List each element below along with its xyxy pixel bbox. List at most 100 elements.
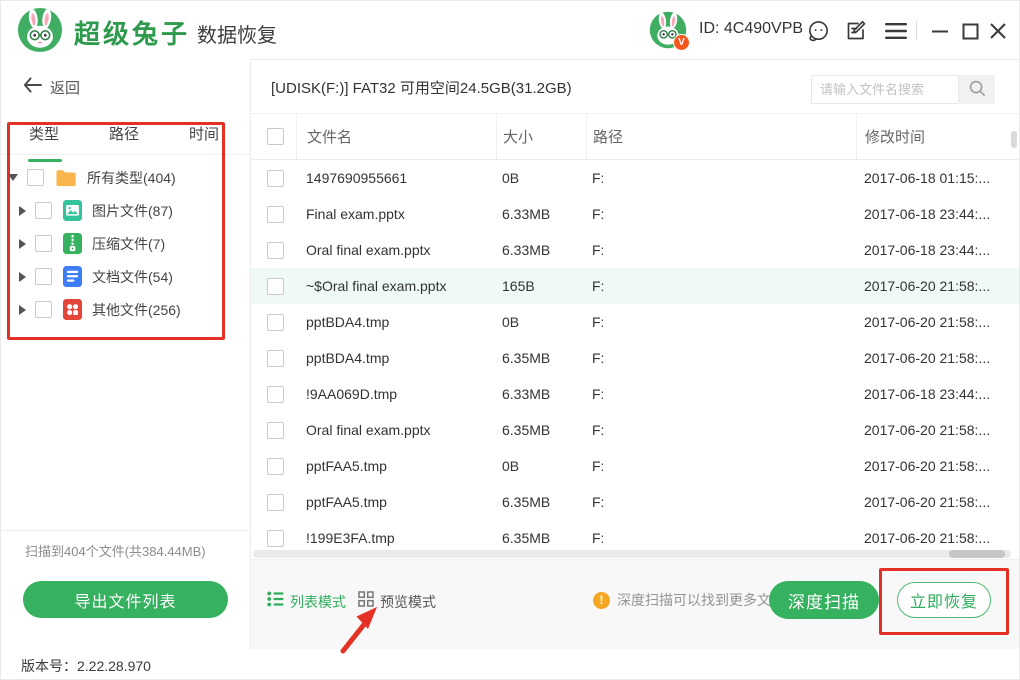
- cell-time: 2017-06-18 23:44:...: [856, 242, 1020, 258]
- cell-filename: Oral final exam.pptx: [296, 242, 496, 258]
- cell-time: 2017-06-20 21:58:...: [856, 278, 1020, 294]
- cell-size: 6.35MB: [496, 494, 586, 510]
- caret-right-icon[interactable]: [19, 206, 26, 216]
- tree-item[interactable]: 图片文件(87): [1, 194, 251, 227]
- image-file-icon: [63, 200, 82, 221]
- header-size[interactable]: 大小: [496, 114, 586, 159]
- caret-right-icon[interactable]: [19, 305, 26, 315]
- tab-label: 类型: [29, 126, 59, 143]
- cell-size: 6.35MB: [496, 350, 586, 366]
- cell-time: 2017-06-18 23:44:...: [856, 386, 1020, 402]
- tree-item[interactable]: 文档文件(54): [1, 260, 251, 293]
- close-icon[interactable]: [985, 18, 1011, 44]
- row-checkbox[interactable]: [267, 458, 284, 475]
- table-row[interactable]: pptFAA5.tmp0BF:2017-06-20 21:58:...: [251, 448, 1020, 484]
- search-input[interactable]: [811, 75, 959, 104]
- cell-time: 2017-06-20 21:58:...: [856, 350, 1020, 366]
- row-checkbox[interactable]: [267, 422, 284, 439]
- preview-mode-label: 预览模式: [380, 592, 436, 612]
- deep-scan-hint: ! 深度扫描可以找到更多文件: [593, 590, 785, 610]
- caret-down-icon[interactable]: [8, 174, 18, 181]
- row-checkbox[interactable]: [267, 386, 284, 403]
- cell-path: F:: [586, 242, 856, 258]
- list-mode-icon: [267, 591, 284, 612]
- cell-filename: ~$Oral final exam.pptx: [296, 278, 496, 294]
- tab-time[interactable]: 时间: [189, 124, 219, 154]
- file-type-tree: 所有类型(404)图片文件(87)压缩文件(7) 文档文件(54) 其他文件(256…: [1, 161, 251, 326]
- maximize-icon[interactable]: [957, 18, 983, 44]
- titlebar-divider: [916, 21, 917, 40]
- tree-item[interactable]: 其他文件(256): [1, 293, 251, 326]
- back-button[interactable]: 返回: [23, 77, 80, 98]
- table-row[interactable]: pptFAA5.tmp6.35MBF:2017-06-20 21:58:...: [251, 484, 1020, 520]
- tree-item-label: 其他文件(256): [92, 300, 181, 320]
- tree-checkbox[interactable]: [35, 301, 52, 318]
- row-checkbox[interactable]: [267, 206, 284, 223]
- cell-path: F:: [586, 422, 856, 438]
- table-row[interactable]: Final exam.pptx6.33MBF:2017-06-18 23:44:…: [251, 196, 1020, 232]
- sidebar-tabs: 类型 路径 时间: [1, 124, 251, 155]
- vertical-scrollbar-thumb[interactable]: [1011, 131, 1017, 148]
- user-avatar[interactable]: V: [649, 11, 687, 49]
- cell-size: 0B: [496, 458, 586, 474]
- feedback-icon[interactable]: [843, 18, 869, 44]
- tab-label: 路径: [109, 126, 139, 143]
- header-path[interactable]: 路径: [586, 114, 856, 159]
- table-row[interactable]: pptBDA4.tmp6.35MBF:2017-06-20 21:58:...: [251, 340, 1020, 376]
- horizontal-scrollbar-thumb[interactable]: [949, 550, 1005, 558]
- row-checkbox[interactable]: [267, 350, 284, 367]
- tree-checkbox[interactable]: [27, 169, 44, 186]
- cell-filename: pptBDA4.tmp: [296, 350, 496, 366]
- header-filename[interactable]: 文件名: [296, 114, 496, 159]
- tree-checkbox[interactable]: [35, 268, 52, 285]
- list-mode-toggle[interactable]: 列表模式: [267, 591, 346, 612]
- tree-item[interactable]: 压缩文件(7): [1, 227, 251, 260]
- row-checkbox[interactable]: [267, 278, 284, 295]
- deep-scan-button[interactable]: 深度扫描: [769, 581, 879, 619]
- table-row[interactable]: pptBDA4.tmp0BF:2017-06-20 21:58:...: [251, 304, 1020, 340]
- document-file-icon: [63, 266, 82, 287]
- row-checkbox[interactable]: [267, 314, 284, 331]
- select-all-checkbox[interactable]: [267, 128, 284, 145]
- folder-icon: [55, 168, 77, 188]
- table-row[interactable]: !9AA069D.tmp6.33MBF:2017-06-18 23:44:...: [251, 376, 1020, 412]
- search-button[interactable]: [959, 75, 995, 104]
- tree-item[interactable]: 所有类型(404): [1, 161, 251, 194]
- minimize-icon[interactable]: [927, 18, 953, 44]
- row-checkbox[interactable]: [267, 494, 284, 511]
- search-icon: [968, 79, 987, 101]
- header-modified-time[interactable]: 修改时间: [856, 114, 1020, 159]
- cell-time: 2017-06-20 21:58:...: [856, 494, 1020, 510]
- preview-mode-toggle[interactable]: 预览模式: [358, 591, 436, 612]
- drive-info: [UDISK(F:)] FAT32 可用空间24.5GB(31.2GB): [271, 77, 572, 98]
- export-file-list-button[interactable]: 导出文件列表: [23, 581, 228, 618]
- preview-mode-grid-icon: [358, 591, 374, 612]
- table-row[interactable]: !199E3FA.tmp6.35MBF:2017-06-20 21:58:...: [251, 520, 1020, 550]
- tree-checkbox[interactable]: [35, 235, 52, 252]
- cell-path: F:: [586, 206, 856, 222]
- tree-checkbox[interactable]: [35, 202, 52, 219]
- horizontal-scrollbar[interactable]: [253, 550, 1011, 558]
- cell-path: F:: [586, 494, 856, 510]
- menu-icon[interactable]: [883, 18, 909, 44]
- tab-type[interactable]: 类型: [29, 124, 59, 154]
- row-checkbox[interactable]: [267, 170, 284, 187]
- table-row[interactable]: Oral final exam.pptx6.35MBF:2017-06-20 2…: [251, 412, 1020, 448]
- caret-right-icon[interactable]: [19, 239, 26, 249]
- table-row[interactable]: 14976909556610BF:2017-06-18 01:15:...: [251, 160, 1020, 196]
- row-checkbox[interactable]: [267, 530, 284, 547]
- cell-size: 6.35MB: [496, 530, 586, 546]
- cell-size: 165B: [496, 278, 586, 294]
- cell-filename: Final exam.pptx: [296, 206, 496, 222]
- footer: 版本号：2.22.28.970: [1, 649, 1020, 680]
- table-row[interactable]: ~$Oral final exam.pptx165BF:2017-06-20 2…: [251, 268, 1020, 304]
- support-headset-icon[interactable]: [805, 18, 831, 44]
- cell-path: F:: [586, 314, 856, 330]
- row-checkbox[interactable]: [267, 242, 284, 259]
- cell-time: 2017-06-20 21:58:...: [856, 458, 1020, 474]
- tree-item-label: 文档文件(54): [92, 267, 173, 287]
- recover-now-button[interactable]: 立即恢复: [897, 582, 991, 618]
- tab-path[interactable]: 路径: [109, 124, 139, 154]
- caret-right-icon[interactable]: [19, 272, 26, 282]
- table-row[interactable]: Oral final exam.pptx6.33MBF:2017-06-18 2…: [251, 232, 1020, 268]
